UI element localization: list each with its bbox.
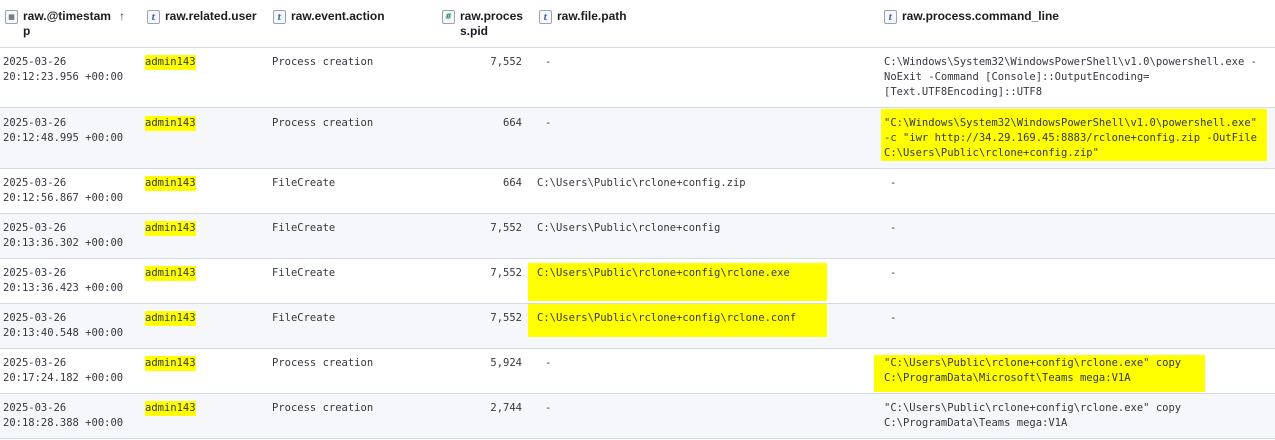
table-row[interactable]: 2025-03-26 20:13:40.548 +00:00 admin143 …	[0, 304, 1275, 349]
cell-pid: 2,744	[490, 402, 522, 414]
cell-action: Process creation	[272, 117, 374, 129]
cell-user[interactable]: admin143	[145, 116, 196, 131]
cell-path: C:\Users\Public\rclone+config	[537, 222, 721, 234]
cell-user[interactable]: admin143	[145, 401, 196, 416]
cell-action: Process creation	[272, 402, 374, 414]
cell-cmd: -	[890, 267, 897, 279]
cell-path: -	[545, 56, 552, 68]
cell-cmd: -	[890, 177, 897, 189]
cell-path: C:\Users\Public\rclone+config\rclone.con…	[537, 312, 797, 324]
table-row[interactable]: 2025-03-26 20:13:36.423 +00:00 admin143 …	[0, 259, 1275, 304]
data-grid: ▦ raw.@timestam p ↑ t raw.related.user t raw…	[0, 0, 1275, 440]
cell-timestamp: 2025-03-26 20:13:36.302 +00:00	[3, 222, 124, 249]
cell-path: -	[545, 357, 552, 369]
cell-action: FileCreate	[272, 267, 336, 279]
column-header-cmd[interactable]: t raw.process.command_line	[884, 9, 1059, 24]
cell-pid: 664	[503, 117, 522, 129]
column-header-user[interactable]: t raw.related.user	[147, 9, 257, 24]
table-row[interactable]: 2025-03-26 20:17:24.182 +00:00 admin143 …	[0, 349, 1275, 394]
table-row[interactable]: 2025-03-26 20:13:36.302 +00:00 admin143 …	[0, 214, 1275, 259]
cell-cmd: "C:\Users\Public\rclone+config\rclone.ex…	[884, 357, 1182, 384]
table-header: ▦ raw.@timestam p ↑ t raw.related.user t raw…	[0, 0, 1275, 48]
cell-timestamp: 2025-03-26 20:13:36.423 +00:00	[3, 267, 124, 294]
cell-user[interactable]: admin143	[145, 266, 196, 281]
cell-pid: 664	[503, 177, 522, 189]
cell-cmd: "C:\Windows\System32\WindowsPowerShell\v…	[884, 117, 1257, 159]
column-header-action[interactable]: t raw.event.action	[273, 9, 385, 24]
cell-action: Process creation	[272, 357, 374, 369]
cell-timestamp: 2025-03-26 20:18:28.388 +00:00	[3, 402, 124, 429]
column-header-path[interactable]: t raw.file.path	[539, 9, 627, 24]
cell-action: Process creation	[272, 56, 374, 68]
number-type-icon: #	[442, 10, 455, 24]
cell-cmd: -	[890, 312, 897, 324]
column-header-timestamp[interactable]: ▦ raw.@timestam p ↑	[5, 9, 125, 39]
cell-cmd: "C:\Users\Public\rclone+config\rclone.ex…	[884, 402, 1182, 429]
text-type-icon: t	[273, 10, 286, 24]
cell-action: FileCreate	[272, 177, 336, 189]
calendar-icon: ▦	[5, 10, 18, 24]
cell-path: -	[545, 117, 552, 129]
cell-timestamp: 2025-03-26 20:17:24.182 +00:00	[3, 357, 124, 384]
cell-user[interactable]: admin143	[145, 221, 196, 236]
table-row[interactable]: 2025-03-26 20:18:28.388 +00:00 admin143 …	[0, 394, 1275, 439]
cell-user[interactable]: admin143	[145, 55, 196, 70]
column-header-pid[interactable]: # raw.proces s.pid	[442, 9, 523, 39]
cell-path: -	[545, 402, 552, 414]
text-type-icon: t	[539, 10, 552, 24]
cell-pid: 7,552	[490, 56, 522, 68]
cell-timestamp: 2025-03-26 20:12:23.956 +00:00	[3, 56, 124, 83]
cell-pid: 7,552	[490, 222, 522, 234]
cell-action: FileCreate	[272, 222, 336, 234]
cell-cmd: -	[890, 222, 897, 234]
cell-timestamp: 2025-03-26 20:12:56.867 +00:00	[3, 177, 124, 204]
cell-cmd: C:\Windows\System32\WindowsPowerShell\v1…	[884, 56, 1257, 98]
text-type-icon: t	[884, 10, 897, 24]
cell-user[interactable]: admin143	[145, 311, 196, 326]
cell-timestamp: 2025-03-26 20:13:40.548 +00:00	[3, 312, 124, 339]
cell-pid: 7,552	[490, 312, 522, 324]
table-row[interactable]: 2025-03-26 20:12:48.995 +00:00 admin143 …	[0, 108, 1275, 169]
sort-arrow-up-icon[interactable]: ↑	[119, 9, 125, 24]
table-row[interactable]: 2025-03-26 20:12:56.867 +00:00 admin143 …	[0, 169, 1275, 214]
cell-path: C:\Users\Public\rclone+config.zip	[537, 177, 746, 189]
cell-action: FileCreate	[272, 312, 336, 324]
cell-pid: 5,924	[490, 357, 522, 369]
cell-pid: 7,552	[490, 267, 522, 279]
cell-path: C:\Users\Public\rclone+config\rclone.exe	[537, 267, 790, 279]
table-row[interactable]: 2025-03-26 20:12:23.956 +00:00 admin143 …	[0, 48, 1275, 108]
text-type-icon: t	[147, 10, 160, 24]
cell-user[interactable]: admin143	[145, 176, 196, 191]
cell-timestamp: 2025-03-26 20:12:48.995 +00:00	[3, 117, 124, 144]
cell-user[interactable]: admin143	[145, 356, 196, 371]
